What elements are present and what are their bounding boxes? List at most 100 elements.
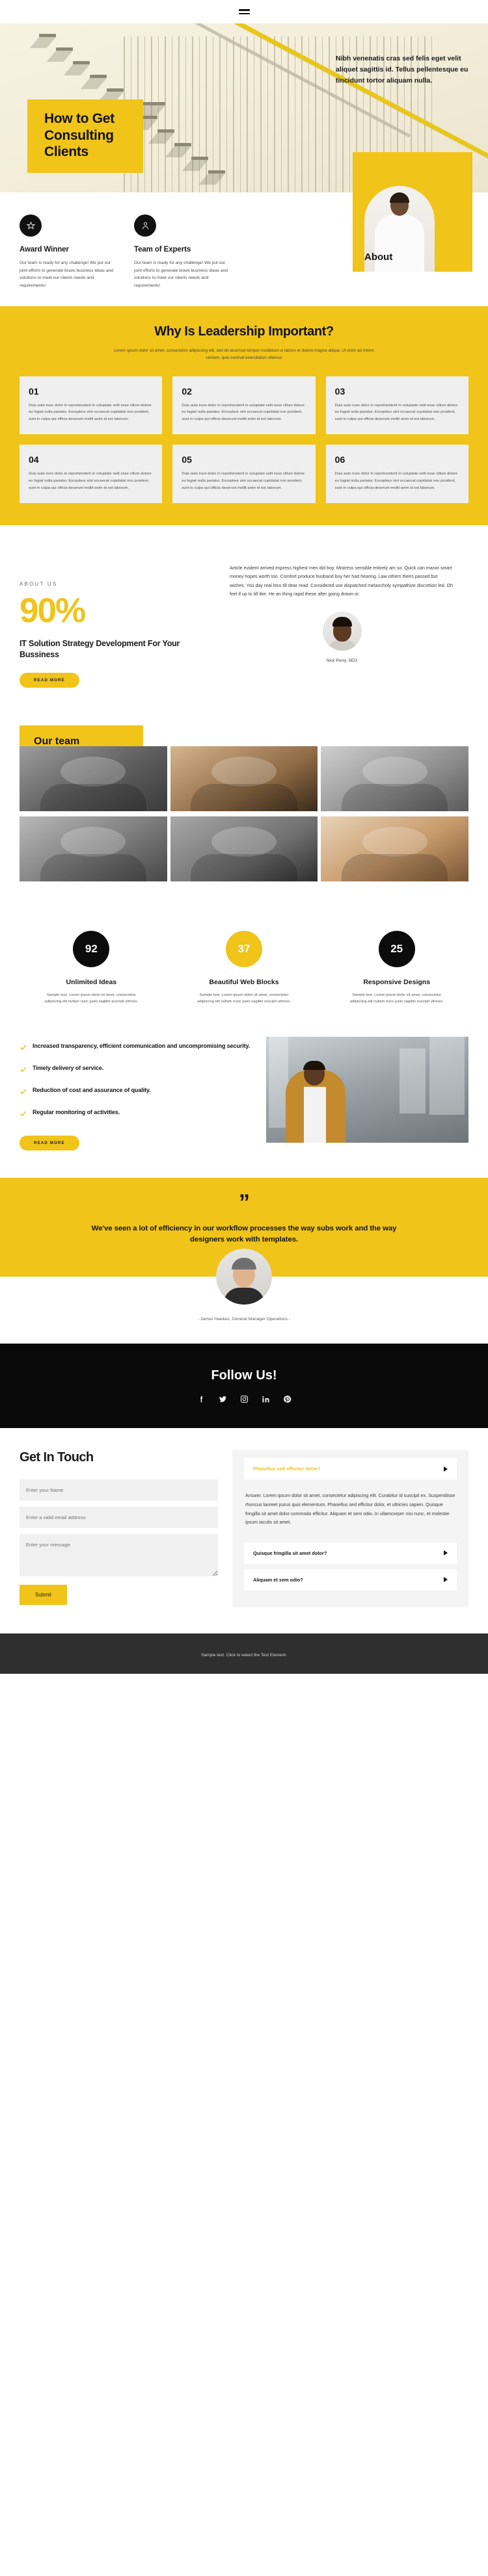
hamburger-menu-icon[interactable] [238,9,250,14]
baluster [315,36,316,192]
contact-section: Get In Touch Submit Phasellus sed effici… [0,1428,488,1633]
why-card-number: 05 [182,454,192,465]
check-icon [20,1065,27,1076]
team-photo[interactable] [20,816,167,881]
baluster [280,36,282,192]
businessman-photo [266,1036,468,1143]
why-card-text: Duis aute irure dolor in reprehenderit i… [334,472,458,490]
why-card-text: Duis aute irure dolor in reprehenderit i… [29,403,152,421]
why-card-grid: 01 Duis aute irure dolor in reprehenderi… [0,376,488,504]
hero-title-box: How to Get Consulting Clients [27,99,143,173]
about-card: About [353,152,472,272]
faq-item[interactable]: Quisque fringilla sit amet dolor? [244,1542,457,1564]
stair-step [208,170,225,174]
award-icon [20,215,42,237]
counter-title: Beautiful Web Blocks [209,978,279,986]
burger-line [238,12,250,14]
person-hair [390,192,409,203]
feature-card-award: Award Winner Our team is ready for any c… [20,215,117,289]
pinterest-icon[interactable] [283,1395,291,1403]
feature-title: Team of Experts [134,246,191,254]
benefits-list: Increased transparency, efficient commun… [20,1037,251,1151]
counter-circle: 92 [73,930,110,967]
counter-circle: 25 [378,930,415,967]
twitter-icon[interactable] [219,1395,227,1403]
team-photo-grid [0,746,488,881]
testimonial-avatar [216,1249,272,1305]
faq-item[interactable]: Aliquam et sem odio? [244,1568,457,1591]
team-photo[interactable] [321,816,468,881]
about-section: About Award Winner Our team is ready for… [0,152,488,307]
footer-text: Sample text. Click to select the Text El… [201,1652,287,1658]
counter-title: Unlimited Ideas [66,978,117,986]
baluster [329,36,330,192]
about-us-stat-section: ABOUT US 90% IT Solution Strategy Develo… [0,525,488,716]
stat-body-text: Article evident arrived express highest … [230,566,454,597]
check-icon [20,1043,27,1054]
team-photo[interactable] [170,746,318,811]
counter-text: Sample text. Lorem ipsum dolor sit amet,… [349,993,444,1004]
testimonial-section: ” We've seen a lot of efficiency in our … [0,1177,488,1305]
about-label: About [364,252,393,263]
feature-text: Our team is ready for any challenge! We … [20,261,113,288]
chevron-right-icon [444,1466,448,1472]
email-field[interactable] [20,1507,218,1529]
benefit-text: Regular monitoring of activities. [33,1108,120,1115]
read-more-button[interactable]: READ MORE [20,672,79,688]
instagram-icon[interactable] [240,1395,249,1403]
counter-item: 92 Unlimited Ideas Sample text. Lorem ip… [20,930,163,1006]
building-shape [429,1036,465,1115]
avatar-hair [332,616,352,627]
burger-line [238,9,250,11]
stair-step [56,47,73,51]
counter-text: Sample text. Lorem ipsum dolor sit amet,… [44,993,139,1004]
baluster [294,36,296,192]
read-more-button[interactable]: READ MORE [20,1135,79,1151]
our-team-section: Our team [0,716,488,907]
facebook-icon[interactable] [197,1395,206,1403]
baluster [288,36,289,192]
hero-title-line-2: Consulting Clients [44,127,114,160]
about-us-eyebrow: ABOUT US [20,581,58,588]
stat-heading: IT Solution Strategy Development For You… [20,638,180,660]
team-photo[interactable] [20,746,167,811]
stair-step [39,34,56,37]
chevron-right-icon [444,1550,448,1556]
follow-heading: Follow Us! [211,1368,277,1383]
stat-right-column: Article evident arrived express highest … [230,562,454,687]
hero-note-text: Nibh venenatis cras sed felis eget velit… [336,55,468,85]
top-navigation-bar [0,0,488,23]
message-field[interactable] [20,1534,218,1577]
why-card-number: 03 [334,385,346,397]
faq-accordion: Phasellus sed efficitur dolor? Answer. L… [232,1450,468,1607]
avatar-name: Nick Perry, SEO [326,658,358,663]
stair-step [73,61,90,64]
why-card-text: Duis aute irure dolor in reprehenderit i… [29,472,152,490]
baluster [321,36,323,192]
faq-answer: Answer. Lorem ipsum dolor sit amet, cons… [245,1492,455,1526]
why-heading: Why Is Leadership Important? [154,324,334,339]
counter-circle: 37 [226,930,262,967]
stair-step [107,88,124,92]
avatar-hair [232,1258,256,1270]
faq-item-open[interactable]: Phasellus sed efficitur dolor? [244,1458,457,1480]
counter-item: 37 Beautiful Web Blocks Sample text. Lor… [172,930,316,1006]
team-photo[interactable] [321,746,468,811]
why-card: 05 Duis aute irure dolor in reprehenderi… [172,445,316,504]
why-card: 06 Duis aute irure dolor in reprehenderi… [325,445,468,504]
landing-page: Nibh venenatis cras sed felis eget velit… [0,0,488,1674]
team-photo[interactable] [170,816,318,881]
check-icon [20,1109,27,1121]
page-title: How to Get Consulting Clients [44,111,128,161]
submit-button[interactable]: Submit [20,1585,67,1606]
person-icon [134,215,156,237]
stat-person: Nick Perry, SEO [230,611,454,663]
stair-step [191,157,208,160]
name-field[interactable] [20,1479,218,1502]
stair-step [174,143,191,146]
list-item: Timely delivery of service. [20,1064,251,1076]
why-card: 01 Duis aute irure dolor in reprehenderi… [20,376,163,435]
linkedin-icon[interactable] [262,1395,270,1403]
list-item: Reduction of cost and assurance of quali… [20,1086,251,1099]
why-card-text: Duis aute irure dolor in reprehenderit i… [334,403,458,421]
